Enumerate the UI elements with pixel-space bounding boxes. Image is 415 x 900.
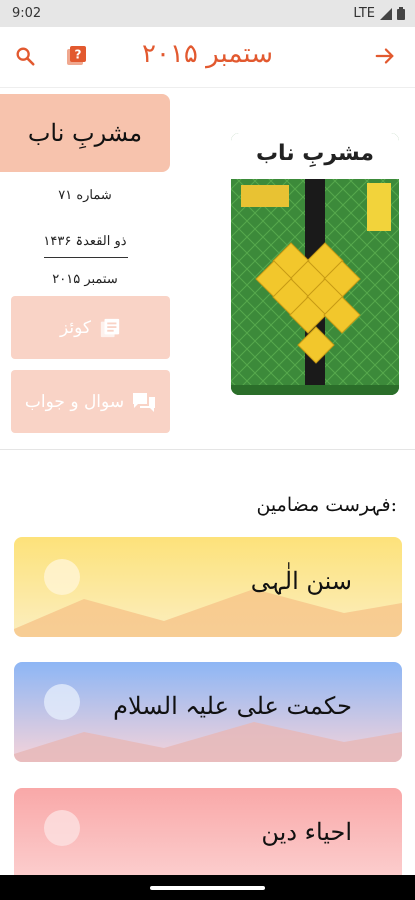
toc-item-label: سنن الٰہی	[250, 567, 352, 595]
system-nav-bar	[0, 875, 415, 900]
magazine-title-card: مشربِ ناب	[0, 94, 170, 172]
quiz-button[interactable]: کوئز	[11, 296, 170, 359]
signal-icon	[380, 7, 392, 20]
battery-icon	[397, 7, 405, 20]
network-label: LTE	[353, 6, 375, 21]
status-bar: 9:02 LTE	[0, 0, 415, 27]
section-divider	[0, 449, 415, 450]
toc-item-label: حکمت علی علیہ السلام	[113, 692, 352, 720]
toc-item[interactable]: احیاء دین	[14, 788, 402, 888]
quiz-label: کوئز	[60, 317, 91, 338]
date-divider	[44, 257, 128, 258]
page-title: ستمبر ۲۰۱۵	[142, 39, 273, 69]
status-icons: LTE	[353, 6, 405, 21]
toc-item[interactable]: سنن الٰہی	[14, 537, 402, 637]
issue-month: ستمبر ۲۰۱۵	[52, 272, 118, 287]
status-time: 9:02	[12, 6, 42, 21]
issue-number: شماره ۷۱	[58, 188, 112, 203]
book-icon	[100, 318, 120, 337]
home-handle[interactable]	[150, 886, 265, 890]
app-bar: ? ستمبر ۲۰۱۵	[0, 27, 415, 87]
cover-title: مشربِ ناب	[255, 141, 375, 166]
hijri-date: ذو القعدۃ ۱۴۳۶	[43, 234, 127, 249]
toc-item-label: احیاء دین	[261, 818, 352, 846]
toc-item[interactable]: حکمت علی علیہ السلام	[14, 662, 402, 762]
magazine-cover-image[interactable]: مشربِ ناب	[231, 133, 399, 395]
qa-button[interactable]: سوال و جواب	[11, 370, 170, 433]
arrow-right-icon	[375, 48, 394, 64]
app-bar-divider	[0, 87, 415, 88]
back-button[interactable]	[370, 41, 400, 71]
qa-label: سوال و جواب	[24, 391, 125, 412]
chat-icon	[133, 392, 156, 412]
toc-heading: فہرست مضامین:	[256, 494, 397, 516]
